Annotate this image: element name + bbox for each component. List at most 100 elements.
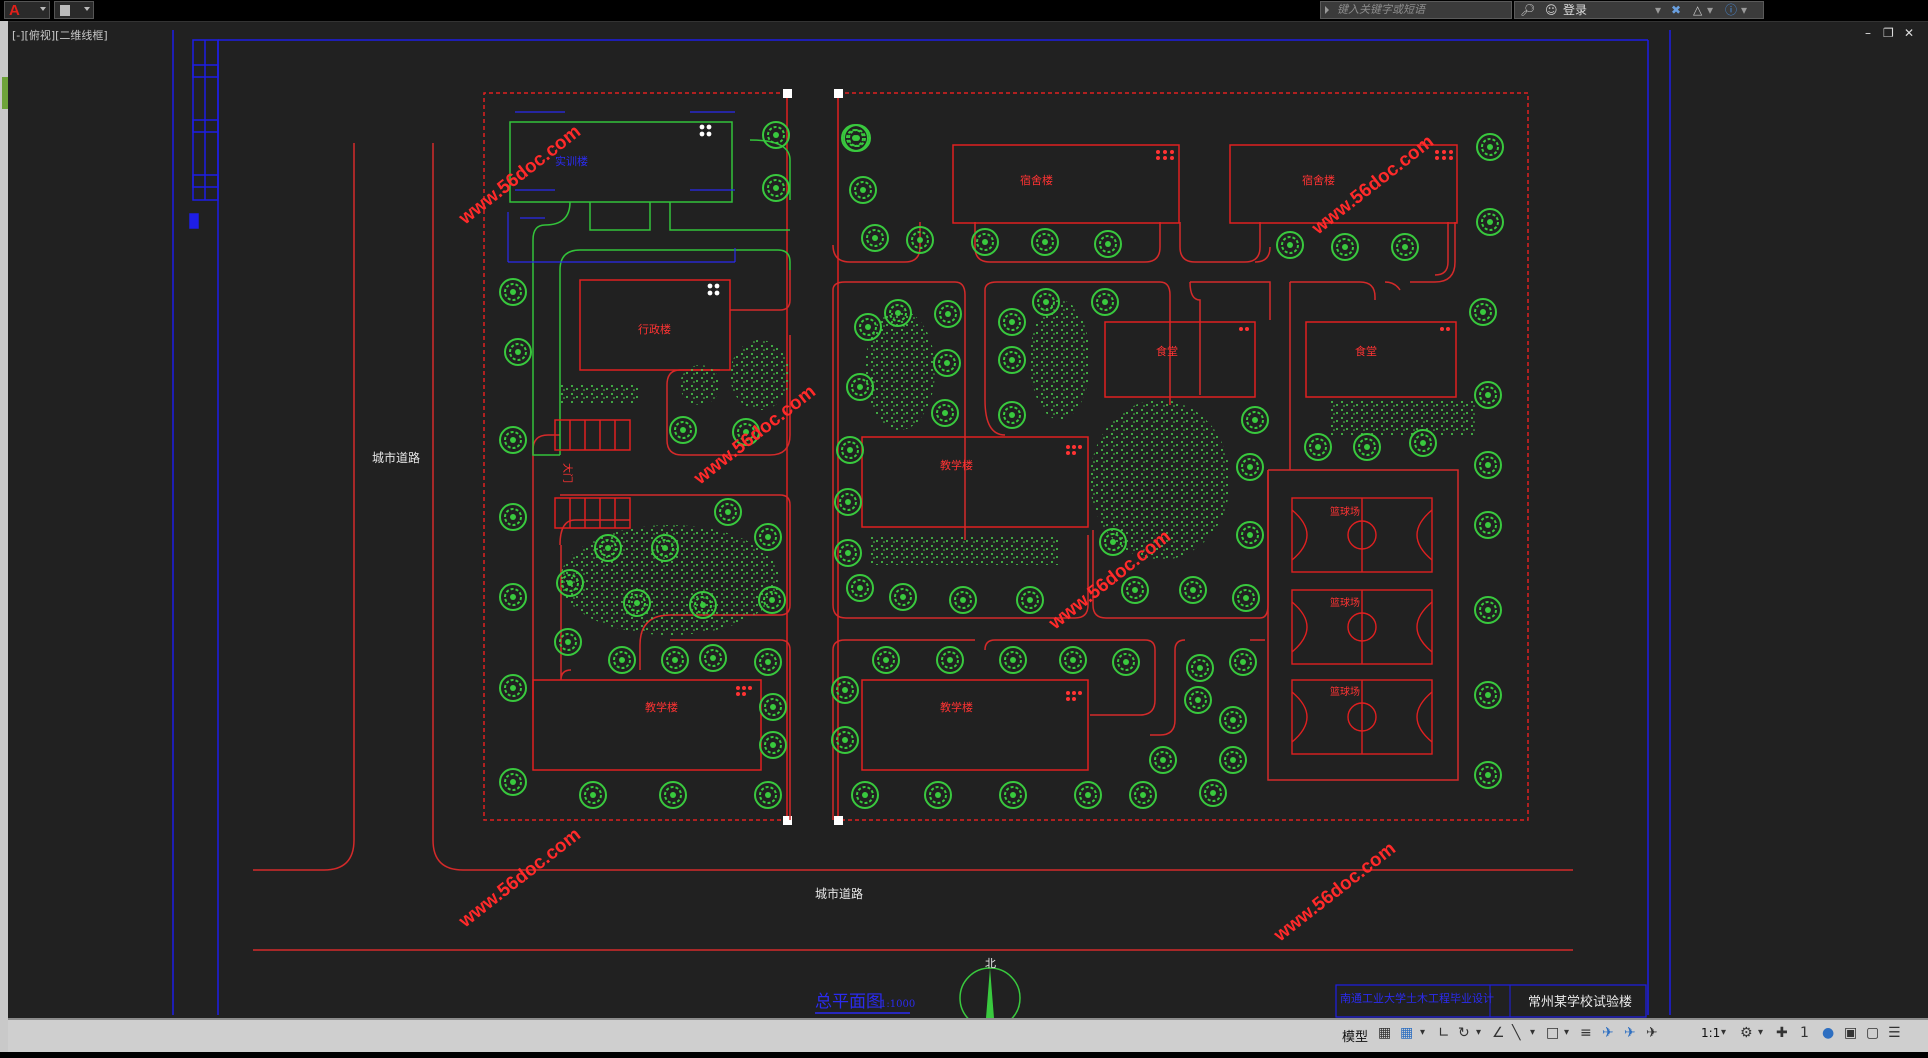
grid-icon[interactable]: ▦ (1378, 1025, 1391, 1041)
court-labels: 篮球场 篮球场 篮球场 (1330, 505, 1360, 698)
crosshair-icon[interactable]: ✚ (1776, 1025, 1788, 1041)
tree-symbol (499, 674, 527, 702)
watermark-text: www.56doc.com (454, 824, 584, 932)
auto-scale-icon[interactable]: ✈ (1624, 1025, 1636, 1041)
tree-symbol (659, 781, 687, 809)
tree-symbol (554, 628, 582, 656)
tree-symbol (499, 426, 527, 454)
polar-tracking-icon[interactable]: ↻ (1458, 1025, 1470, 1041)
connect-icon[interactable]: △ (1693, 3, 1702, 18)
customization-icon[interactable]: ☰ (1888, 1025, 1901, 1041)
tree-symbol (608, 646, 636, 674)
hardware-acceleration-icon[interactable]: ● (1822, 1025, 1834, 1041)
tree-symbol (669, 416, 697, 444)
court-1-label: 篮球场 (1330, 505, 1360, 518)
tree-symbol (1474, 596, 1502, 624)
tree-symbol (1112, 648, 1140, 676)
tree-symbol (499, 278, 527, 306)
tree-symbol (999, 781, 1027, 809)
tree-symbol (714, 498, 742, 526)
tree-symbol (1474, 451, 1502, 479)
tree-symbol (1476, 133, 1504, 161)
tree-symbol (1276, 231, 1304, 259)
chevron-down-icon[interactable]: ▾ (1741, 3, 1747, 18)
tree-symbol (1094, 230, 1122, 258)
project-name: 常州某学校试验楼 (1528, 994, 1632, 1010)
tree-symbol (754, 648, 782, 676)
clean-screen-icon[interactable]: ▢ (1866, 1025, 1879, 1041)
tree-symbol (1059, 646, 1087, 674)
tree-symbol (1091, 288, 1119, 316)
binoculars-icon[interactable]: 🔎︎ (1520, 3, 1535, 18)
lineweight-icon[interactable]: ≡ (1580, 1025, 1592, 1041)
object-snap-tracking-icon[interactable]: ╲ (1512, 1025, 1520, 1041)
tree-symbol (762, 174, 790, 202)
drawing-canvas[interactable]: 城市道路 城市道路 实训楼 行政楼 宿舍楼 宿舍楼 食堂 食堂 教学楼 教学楼 … (8, 21, 1928, 1018)
tree-symbol (849, 176, 877, 204)
title-bar: A 键入关键字或短语 🔎︎ ☺ 登录 ▾ ✖ △ ▾ ⓘ ▾ (0, 0, 1928, 22)
chevron-down-icon[interactable]: ▾ (1758, 1025, 1763, 1041)
chevron-down-icon[interactable]: ▾ (1721, 1025, 1726, 1041)
chevron-down-icon[interactable]: ▾ (1420, 1025, 1425, 1041)
court-2-label: 篮球场 (1330, 596, 1360, 609)
workspace-gear-icon[interactable]: ⚙ (1740, 1025, 1753, 1041)
tree-symbol (934, 300, 962, 328)
login-button[interactable]: 登录 (1563, 3, 1587, 18)
application-menu-button[interactable]: A (4, 1, 50, 19)
tree-symbol (1331, 233, 1359, 261)
annotation-visibility-icon[interactable]: ✈ (1602, 1025, 1614, 1041)
user-icon[interactable]: ☺ (1545, 3, 1558, 18)
isolate-objects-icon[interactable]: ▣ (1844, 1025, 1857, 1041)
chevron-down-icon[interactable]: ▾ (1564, 1025, 1569, 1041)
chevron-down-icon (84, 7, 90, 11)
tree-symbol (843, 124, 871, 152)
tree-symbol (1476, 208, 1504, 236)
left-edge-panel (0, 21, 8, 1058)
west-road-label: 城市道路 (372, 450, 420, 465)
canteen-1-label: 食堂 (1156, 344, 1178, 358)
chevron-down-icon (40, 7, 46, 11)
tree-symbol (1474, 381, 1502, 409)
status-toolbar: 模型 ▦ ▦ ▾ ∟ ↻ ▾ ∠ ╲ ▾ □ ▾ ≡ ✈ ✈ ✈ 1:1 ▾ ⚙… (1338, 1022, 1928, 1046)
chevron-down-icon[interactable]: ▾ (1476, 1025, 1481, 1041)
stair-markers-white (699, 124, 720, 296)
bottom-edge (0, 1052, 1928, 1058)
internal-paths (532, 222, 1459, 820)
tree-symbol (931, 399, 959, 427)
document-icon (60, 5, 70, 16)
tree-symbol (661, 646, 689, 674)
chevron-down-icon[interactable]: ▾ (1707, 3, 1713, 18)
exchange-icon[interactable]: ✖ (1671, 3, 1681, 18)
annotation-scale-icon[interactable]: ✈ (1646, 1025, 1658, 1041)
ortho-icon[interactable]: ∟ (1438, 1025, 1450, 1041)
search-input[interactable]: 键入关键字或短语 (1320, 1, 1512, 19)
tree-symbol (1219, 746, 1247, 774)
tree-symbol (872, 646, 900, 674)
tree-symbol (1074, 781, 1102, 809)
tree-symbol (831, 676, 859, 704)
tree-symbol (936, 646, 964, 674)
tree-symbol (1236, 453, 1264, 481)
object-snap-icon[interactable]: □ (1546, 1025, 1559, 1041)
tree-symbol (499, 583, 527, 611)
annotation-scale[interactable]: 1:1 (1701, 1026, 1720, 1040)
tree-symbol (759, 731, 787, 759)
tree-symbol (1199, 779, 1227, 807)
chevron-down-icon[interactable]: ▾ (1655, 3, 1661, 18)
teaching-building-2-label: 教学楼 (645, 700, 678, 714)
teaching-building-1-label: 教学楼 (940, 458, 973, 472)
tree-symbol (846, 574, 874, 602)
gate-label: 大门 (561, 463, 574, 483)
isodraft-icon[interactable]: ∠ (1492, 1025, 1505, 1041)
tree-symbol (971, 228, 999, 256)
units-icon[interactable]: 1 (1800, 1025, 1809, 1041)
snap-grid-icon[interactable]: ▦ (1400, 1025, 1413, 1041)
model-tab[interactable]: 模型 (1342, 1026, 1368, 1045)
quick-access-toolbar-button[interactable] (54, 1, 94, 19)
help-icon[interactable]: ⓘ (1725, 3, 1737, 18)
chevron-down-icon[interactable]: ▾ (1530, 1025, 1535, 1041)
tree-symbol (1391, 233, 1419, 261)
watermark-text: www.56doc.com (1269, 838, 1399, 946)
tree-symbol (924, 781, 952, 809)
school-name: 南通工业大学土木工程毕业设计 (1340, 991, 1494, 1005)
